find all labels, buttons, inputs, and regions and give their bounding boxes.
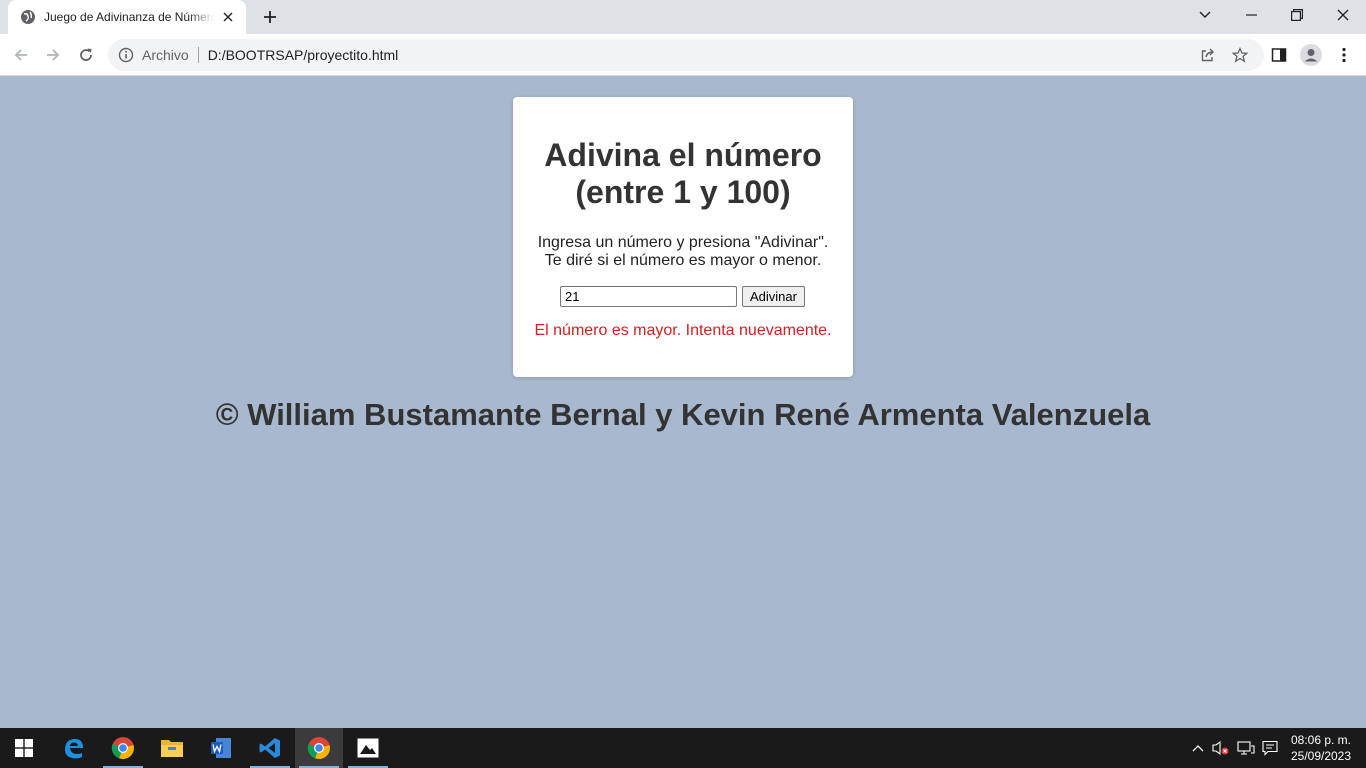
browser-toolbar: Archivo D:/BOOTRSAP/proyectito.html (0, 34, 1366, 76)
clock-time: 08:06 p. m. (1290, 733, 1352, 747)
back-button[interactable] (7, 41, 35, 69)
chevron-up-icon[interactable] (1188, 738, 1208, 758)
edge-app-icon[interactable] (50, 728, 98, 768)
game-card: Adivina el número (entre 1 y 100) Ingres… (513, 97, 853, 377)
file-explorer-app-icon[interactable] (148, 728, 196, 768)
url-text[interactable]: D:/BOOTRSAP/proyectito.html (208, 47, 399, 63)
footer-credit: © William Bustamante Bernal y Kevin René… (215, 397, 1151, 432)
guess-button[interactable]: Adivinar (742, 286, 805, 307)
omnibox-divider (197, 47, 199, 63)
windows-logo-icon (15, 739, 33, 757)
instructions-line-2: Te diré si el número es mayor o menor. (544, 252, 822, 269)
title-line-2: (entre 1 y 100) (575, 174, 791, 210)
guess-form: Adivinar (560, 286, 805, 307)
vscode-app-icon[interactable] (246, 728, 294, 768)
chrome-app-icon[interactable] (99, 728, 147, 768)
volume-muted-icon[interactable] (1211, 738, 1231, 758)
windows-start-button[interactable] (0, 728, 48, 768)
photos-app-icon[interactable] (344, 728, 392, 768)
browser-tab[interactable]: Juego de Adivinanza de Números (8, 0, 246, 34)
clock-date: 25/09/2023 (1290, 749, 1352, 763)
notifications-icon[interactable] (1260, 738, 1280, 758)
menu-kebab-icon[interactable] (1331, 42, 1357, 68)
chrome-active-app-icon[interactable] (295, 728, 343, 768)
share-icon[interactable] (1195, 42, 1221, 68)
site-chip[interactable]: Archivo (142, 47, 189, 63)
system-clock[interactable]: 08:06 p. m. 25/09/2023 (1282, 732, 1360, 764)
close-tab-icon[interactable] (220, 9, 236, 25)
page-title: Adivina el número (entre 1 y 100) (513, 137, 853, 211)
minimize-button[interactable] (1228, 0, 1274, 30)
reload-button[interactable] (72, 41, 100, 69)
guess-input[interactable] (560, 286, 737, 307)
word-app-icon[interactable] (197, 728, 245, 768)
instructions: Ingresa un número y presiona "Adivinar".… (513, 234, 853, 270)
address-bar[interactable]: Archivo D:/BOOTRSAP/proyectito.html (108, 39, 1264, 71)
tab-title: Juego de Adivinanza de Números (44, 10, 214, 24)
forward-button[interactable] (39, 41, 67, 69)
restore-button[interactable] (1274, 0, 1320, 30)
windows-taskbar: 08:06 p. m. 25/09/2023 (0, 728, 1366, 768)
bookmark-star-icon[interactable] (1227, 42, 1253, 68)
tab-strip: Juego de Adivinanza de Números (0, 0, 1366, 34)
info-icon[interactable] (118, 47, 134, 63)
profile-avatar-icon[interactable] (1298, 42, 1324, 68)
title-line-1: Adivina el número (544, 137, 822, 173)
result-message: El número es mayor. Intenta nuevamente. (534, 322, 832, 339)
tab-search-icon[interactable] (1182, 0, 1228, 30)
globe-icon (20, 9, 36, 25)
close-window-button[interactable] (1320, 0, 1366, 30)
instructions-line-1: Ingresa un número y presiona "Adivinar". (537, 234, 829, 251)
network-icon[interactable] (1236, 738, 1256, 758)
side-panel-icon[interactable] (1266, 42, 1292, 68)
new-tab-button[interactable] (258, 5, 282, 29)
